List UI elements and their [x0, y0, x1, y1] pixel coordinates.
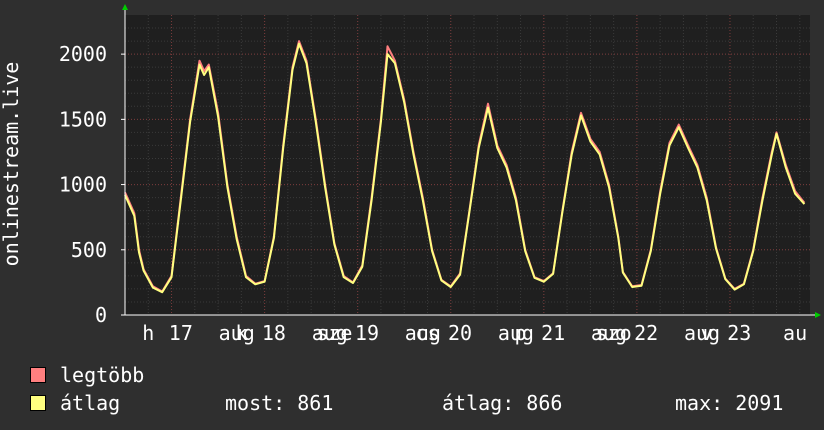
x-tick-label: 20: [448, 321, 472, 345]
x-tick-label: k: [235, 321, 247, 345]
y-axis-arrow-icon: [122, 4, 128, 10]
x-tick-label: 17: [169, 321, 193, 345]
stat-average: átlag: 866: [442, 391, 563, 415]
x-tick-label: szo: [596, 321, 632, 345]
x-tick-label: 23: [727, 321, 751, 345]
x-tick-label: v: [701, 321, 713, 345]
legend-label-max: legtöbb: [60, 363, 145, 387]
x-tick-label: 21: [541, 321, 565, 345]
y-tick-label: 500: [71, 238, 107, 262]
x-tick-label: sze: [316, 321, 352, 345]
x-axis-arrow-icon: [815, 312, 821, 318]
y-tick-label: 0: [95, 303, 107, 327]
y-tick-label: 1500: [59, 107, 107, 131]
x-tick-label: 22: [634, 321, 658, 345]
x-tick-label: 19: [355, 321, 379, 345]
x-tick-label: au: [783, 321, 807, 345]
stat-current: most: 861: [225, 391, 334, 415]
chart: 0500100015002000 h 17 augk 18 augsze 19 augcs 2…: [0, 4, 821, 345]
x-tick-label: h: [142, 321, 154, 345]
stat-max: max: 2091: [675, 391, 784, 415]
y-axis-label: onlinestream.live: [0, 62, 23, 267]
plot-area: [125, 15, 810, 315]
y-tick-labels: 0 500 1000 1500 2000: [59, 42, 107, 327]
x-tick-label: p: [515, 321, 527, 345]
x-tick-label: cs: [415, 321, 439, 345]
legend-swatch-avg: [30, 395, 46, 411]
y-tick-label: 2000: [59, 42, 107, 66]
x-tick-labels: h 17 augk 18 augsze 19 augcs 20 augp 21 augszo 22 au…: [142, 321, 807, 345]
y-tick-label: 1000: [59, 173, 107, 197]
legend-item-max: legtöbb: [30, 365, 144, 385]
legend-swatch-max: [30, 367, 46, 383]
legend-label-avg: átlag: [60, 391, 121, 415]
x-tick-label: 18: [262, 321, 286, 345]
legend-item-avg: átlag: [30, 393, 120, 413]
